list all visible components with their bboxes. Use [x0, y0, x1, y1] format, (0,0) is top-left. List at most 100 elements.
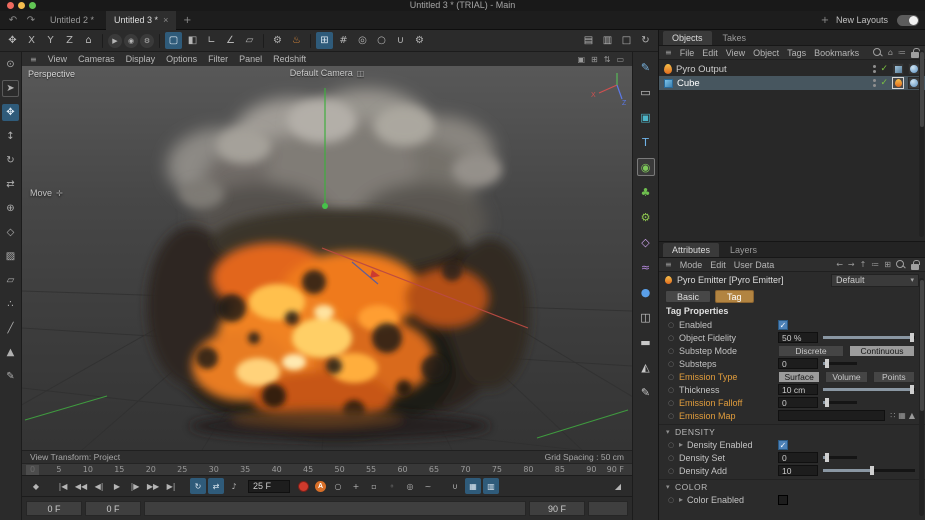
record-rotation-icon[interactable]: ◦ [384, 478, 400, 494]
subtab-basic[interactable]: Basic [665, 290, 711, 303]
menu-item[interactable]: Mode [680, 260, 703, 270]
range-start-field[interactable]: 0 F [85, 501, 141, 516]
filter-icon[interactable]: ≔ [898, 48, 906, 57]
previous-key-icon[interactable]: ◀◀ [73, 478, 89, 494]
layout-animate-icon[interactable]: ▥ [599, 32, 616, 49]
quantize-b-icon[interactable]: ▥ [483, 478, 499, 494]
powerslider-ramp-icon[interactable]: ◢ [610, 478, 626, 494]
lock-y-axis-icon[interactable]: Y [42, 32, 59, 49]
render-view-icon[interactable]: ▶ [108, 34, 122, 48]
viewport-3d[interactable]: Perspective Default Camera ◫ Move ✛ [22, 66, 632, 450]
floor-object-icon[interactable]: ▬ [637, 333, 655, 351]
menu-item[interactable]: Filter [208, 54, 228, 64]
text-object-icon[interactable]: T [637, 133, 655, 151]
tab-objects[interactable]: Objects [663, 31, 712, 45]
axis-mode-icon[interactable]: ⊕ [2, 200, 19, 217]
move-icon[interactable]: ✥ [2, 104, 19, 121]
menu-item[interactable]: View [48, 54, 67, 64]
protractor-icon[interactable]: ∠ [222, 32, 239, 49]
add-layout-icon[interactable]: + [818, 13, 832, 27]
record-pla-icon[interactable]: ~ [420, 478, 436, 494]
tab-untitled-2[interactable]: Untitled 2 * [42, 11, 102, 30]
substeps-slider[interactable] [823, 362, 857, 365]
autokey-button[interactable]: A [315, 481, 326, 492]
viewport-sync-icon[interactable]: ⇅ [604, 55, 611, 64]
viewport-hamburger-icon[interactable]: ≡ [30, 55, 37, 64]
play-icon[interactable]: ▶ [109, 478, 125, 494]
points-mode-icon[interactable]: ∴ [2, 296, 19, 313]
record-position-icon[interactable]: + [348, 478, 364, 494]
tab-attributes[interactable]: Attributes [663, 243, 719, 257]
vegetation-icon[interactable]: ♣ [637, 183, 655, 201]
layout-render-icon[interactable]: ▤ [580, 32, 597, 49]
menu-item[interactable]: Object [753, 48, 779, 58]
viewport-scene[interactable] [22, 66, 632, 450]
keyframe-dot-icon[interactable]: ○ [668, 441, 679, 449]
layouts-toggle[interactable] [897, 15, 919, 26]
tab-layers[interactable]: Layers [721, 243, 766, 257]
viewport-camera-label[interactable]: Default Camera ◫ [290, 68, 365, 78]
timeline-ruler[interactable]: 051015202530354045505560657075808590 90 … [22, 463, 632, 475]
tab-takes[interactable]: Takes [714, 31, 756, 45]
cube-object-icon[interactable]: ▣ [637, 108, 655, 126]
recent-tools-icon[interactable]: ⇄ [2, 176, 19, 193]
filter-icon[interactable]: ≔ [871, 260, 879, 269]
keyframe-dot-icon[interactable]: ○ [668, 321, 679, 329]
menu-item[interactable]: Edit [702, 48, 718, 58]
sound-icon[interactable]: ♪ [226, 478, 242, 494]
keyframe-dot-icon[interactable]: ○ [668, 412, 679, 420]
quantize-a-icon[interactable]: ▦ [465, 478, 481, 494]
menu-item[interactable]: User Data [734, 260, 775, 270]
spline-pen-icon[interactable]: ✎ [637, 58, 655, 76]
objects-hamburger-icon[interactable]: ≡ [665, 48, 672, 57]
menu-item[interactable]: Redshift [273, 54, 306, 64]
menu-item[interactable]: Display [126, 54, 156, 64]
reset-layout-icon[interactable]: ↻ [637, 32, 654, 49]
keyframe-dot-icon[interactable]: ○ [668, 373, 679, 381]
modeling-settings-icon[interactable]: ⚙ [269, 32, 286, 49]
axis-gizmo[interactable]: X Z [589, 69, 629, 107]
menu-item[interactable]: Options [166, 54, 197, 64]
density-add-slider[interactable] [823, 469, 915, 472]
object-row-cube[interactable]: Cube ✓ [659, 76, 925, 90]
menu-item[interactable]: Panel [239, 54, 262, 64]
object-name[interactable]: Pyro Output [676, 64, 727, 75]
enabled-check-icon[interactable]: ✓ [880, 64, 888, 74]
menu-item[interactable]: Cameras [78, 54, 115, 64]
objects-scrollbar[interactable] [919, 50, 924, 237]
live-selection-icon[interactable]: ➤ [2, 80, 19, 97]
range-slider-tail[interactable] [588, 501, 628, 516]
ruler-icon[interactable]: ∟ [203, 32, 220, 49]
output-tag-icon[interactable] [892, 63, 904, 75]
attributes-hamburger-icon[interactable]: ≡ [665, 260, 672, 269]
pyro-emitter-tag-icon[interactable] [892, 77, 904, 89]
deformer-icon[interactable]: ◇ [637, 233, 655, 251]
up-icon[interactable]: ↑ [860, 260, 867, 269]
keyframe-dot-icon[interactable]: ○ [668, 467, 679, 475]
emission-type-volume-button[interactable]: Volume [825, 371, 867, 383]
tab-untitled-3[interactable]: Untitled 3 * × [106, 11, 176, 30]
density-set-slider[interactable] [823, 456, 857, 459]
current-frame-field[interactable]: 0 F [26, 501, 82, 516]
snap-timeline-icon[interactable]: ∪ [447, 478, 463, 494]
framerate-field[interactable]: 25 F [248, 480, 290, 493]
enabled-check-icon[interactable]: ✓ [880, 78, 888, 88]
viewport-settings-icon[interactable]: ▣ [577, 55, 585, 64]
viewport-zoom-icon[interactable]: ⊙ [2, 56, 19, 73]
object-name[interactable]: Cube [677, 78, 700, 89]
camera-menu-icon[interactable]: ◫ [357, 69, 365, 78]
visibility-dots-icon[interactable] [873, 79, 876, 87]
emission-map-field[interactable] [778, 410, 885, 421]
map-texture-icon[interactable]: ∷ [890, 411, 895, 420]
go-to-start-icon[interactable]: |◀ [55, 478, 71, 494]
interactive-render-icon[interactable]: ▢ [165, 32, 182, 49]
keyframe-dot-icon[interactable]: ○ [668, 454, 679, 462]
object-row-pyro-output[interactable]: Pyro Output ✓ [659, 62, 925, 76]
new-document-tab-icon[interactable]: + [180, 13, 194, 27]
viewport-maximize-icon[interactable]: ▭ [616, 55, 624, 64]
viewport-grid-icon[interactable]: ⊞ [591, 55, 598, 64]
set-keyframe-icon[interactable]: ◆ [28, 478, 44, 494]
lock-icon[interactable] [911, 52, 919, 58]
preset-dropdown[interactable]: Default ▾ [831, 274, 919, 287]
substep-mode-continuous-button[interactable]: Continuous [849, 345, 915, 357]
